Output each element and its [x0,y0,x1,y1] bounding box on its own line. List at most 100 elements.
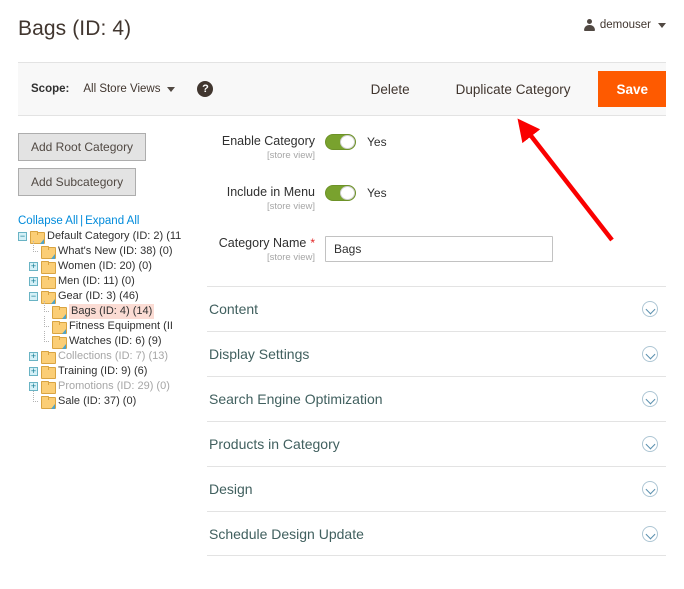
tree-node[interactable]: Sale (ID: 37) (0) [18,394,185,409]
folder-arrow-badge [62,314,66,319]
user-menu[interactable]: demouser [584,19,666,31]
tree-node[interactable]: +Promotions (ID: 29) (0) [18,379,185,394]
category-tree-panel: Add Root Category Add Subcategory Collap… [18,133,185,556]
toggle-switch[interactable] [325,185,356,201]
delete-button[interactable]: Delete [361,76,420,103]
tree-expand-icon[interactable]: + [29,277,38,286]
folder-icon [41,366,54,377]
tree-collapse-icon[interactable]: − [29,292,38,301]
field-label-column: Enable Category[store view] [207,133,325,162]
tree-node[interactable]: + Collections (ID: 7) (13) [18,349,185,364]
folder-arrow-badge [51,404,55,409]
tree-node[interactable]: What's New (ID: 38) (0) [18,244,185,259]
folder-arrow-badge [40,239,44,244]
tree-elbow-line [40,334,49,349]
chevron-down-circle-icon[interactable] [642,346,658,362]
tree-item[interactable]: Watches (ID: 6) (9) [18,334,185,349]
field-scope-note: [store view] [207,201,315,213]
tree-expand-icon[interactable]: + [29,367,38,376]
question-mark-icon[interactable]: ? [197,81,213,97]
field-label-column: Include in Menu[store view] [207,184,325,213]
action-bar: Scope: All Store Views ? Delete Duplicat… [18,62,666,116]
tree-item[interactable]: − Default Category (ID: 2) (11 [18,229,185,244]
tree-item-label: Women (ID: 20) (0) [58,259,152,274]
tree-expand-icon[interactable]: + [29,382,38,391]
scope-value: All Store Views [83,83,160,95]
accordion-section-display-settings[interactable]: Display Settings [207,331,666,376]
toggle-switch[interactable] [325,134,356,150]
duplicate-category-button[interactable]: Duplicate Category [446,76,581,103]
tree-node[interactable]: + Women (ID: 20) (0) [18,259,185,274]
tree-expand-icon[interactable]: + [29,262,38,271]
chevron-down-circle-icon[interactable] [642,481,658,497]
tree-item[interactable]: + Women (ID: 20) (0) [18,259,185,274]
form-field-row: Category Name*[store view] [207,235,666,264]
accordion-section-content[interactable]: Content [207,286,666,331]
tree-expand-icon[interactable]: + [29,352,38,361]
tree-item-label: Men (ID: 11) (0) [58,274,135,289]
folder-arrow-badge [62,344,66,349]
page-title: Bags (ID: 4) [18,14,666,44]
field-control [325,235,553,262]
accordion-section-search-engine-optimization[interactable]: Search Engine Optimization [207,376,666,421]
accordion-section-title: Schedule Design Update [209,526,364,542]
chevron-down-circle-icon[interactable] [642,301,658,317]
folder-open-icon [41,396,54,407]
tree-item-label: Collections (ID: 7) (13) [58,349,168,364]
accordion-section-title: Design [209,481,253,497]
tree-item-label: Fitness Equipment (II [69,319,173,334]
tree-item-label: Default Category (ID: 2) (11 [47,229,181,244]
scope-selector[interactable]: All Store Views [83,83,175,95]
tree-item-label: What's New (ID: 38) (0) [58,244,173,259]
tree-item-label: Watches (ID: 6) (9) [69,334,162,349]
tree-toggle-links: Collapse All|Expand All [18,215,185,227]
tree-item[interactable]: +Promotions (ID: 29) (0) [18,379,185,394]
tree-node[interactable]: + Men (ID: 11) (0) [18,274,185,289]
add-subcategory-button[interactable]: Add Subcategory [18,168,136,196]
user-name-label: demouser [600,19,651,31]
folder-icon [41,351,54,362]
page-header: Bags (ID: 4) demouser [0,0,684,62]
tree-elbow-line [29,394,38,409]
category-name-input[interactable] [325,236,553,262]
accordion-section-title: Products in Category [209,436,340,452]
tree-node[interactable]: − Default Category (ID: 2) (11 [18,229,185,244]
tree-item[interactable]: + Training (ID: 9) (6) [18,364,185,379]
field-label: Category Name* [207,236,315,251]
add-root-category-button[interactable]: Add Root Category [18,133,146,161]
caret-down-icon [658,23,666,28]
category-form: Enable Category[store view]YesInclude in… [185,133,666,556]
chevron-down-circle-icon[interactable] [642,526,658,542]
user-icon [584,19,595,31]
tree-node[interactable]: Watches (ID: 6) (9) [18,334,185,349]
folder-open-icon [52,306,65,317]
collapse-all-link[interactable]: Collapse All [18,215,78,227]
tree-item[interactable]: Sale (ID: 37) (0) [18,394,185,409]
tree-node[interactable]: + Training (ID: 9) (6) [18,364,185,379]
tree-item[interactable]: + Men (ID: 11) (0) [18,274,185,289]
tree-item-label: Gear (ID: 3) (46) [58,289,139,304]
accordion-section-title: Display Settings [209,346,309,362]
tree-item[interactable]: What's New (ID: 38) (0) [18,244,185,259]
folder-icon [41,276,54,287]
field-label-column: Category Name*[store view] [207,235,325,264]
tree-collapse-icon[interactable]: − [18,232,27,241]
folder-open-icon [41,291,54,302]
accordion-section-design[interactable]: Design [207,466,666,511]
chevron-down-circle-icon[interactable] [642,391,658,407]
tree-elbow-line [29,244,38,259]
tree-item[interactable]: + Collections (ID: 7) (13) [18,349,185,364]
accordion-section-title: Search Engine Optimization [209,391,383,407]
field-scope-note: [store view] [207,150,315,162]
category-tree-list: − Default Category (ID: 2) (11What's New … [18,229,185,409]
field-label: Include in Menu [207,185,315,200]
form-accordion: Content Display Settings Search Engine Opt… [207,286,666,556]
save-button[interactable]: Save [598,71,666,107]
folder-open-icon [52,321,65,332]
chevron-down-circle-icon[interactable] [642,436,658,452]
accordion-section-products-in-category[interactable]: Products in Category [207,421,666,466]
tree-item-label: Bags (ID: 4) (14) [69,304,154,319]
tree-item-label: Training (ID: 9) (6) [58,364,147,379]
accordion-section-schedule-design-update[interactable]: Schedule Design Update [207,511,666,556]
expand-all-link[interactable]: Expand All [85,215,139,227]
